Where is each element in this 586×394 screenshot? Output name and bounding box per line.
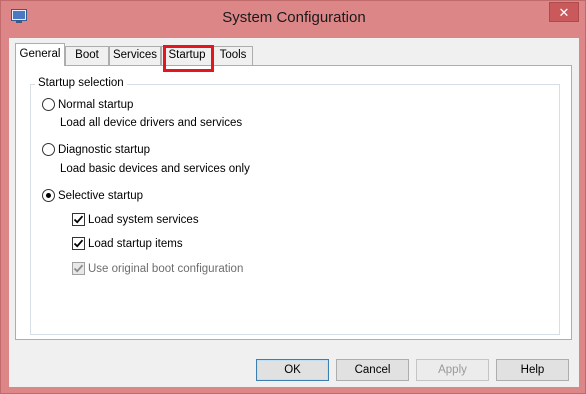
tab-services[interactable]: Services [109,46,161,65]
help-button[interactable]: Help [496,359,569,381]
use-original-boot-config-label: Use original boot configuration [88,262,244,275]
group-legend: Startup selection [35,77,127,89]
diagnostic-startup-radio[interactable]: Diagnostic startup [42,143,150,156]
diagnostic-startup-description: Load basic devices and services only [60,163,250,175]
load-system-services-label: Load system services [88,213,199,226]
normal-startup-description: Load all device drivers and services [60,117,243,129]
general-tab-panel: Startup selection Normal startup Load al… [15,65,572,340]
load-system-services-checkbox[interactable]: Load system services [72,213,199,226]
selective-startup-radio[interactable]: Selective startup [42,189,143,202]
selective-startup-label: Selective startup [58,189,144,202]
checkmark-icon[interactable] [72,237,85,250]
startup-selection-group: Startup selection Normal startup Load al… [30,77,560,335]
tab-tools[interactable]: Tools [213,46,253,65]
normal-startup-radio[interactable]: Normal startup [42,98,133,111]
radio-button-icon[interactable] [42,98,55,111]
diagnostic-startup-label: Diagnostic startup [58,143,151,156]
startup-tab-highlight [163,45,214,72]
system-configuration-window: System Configuration ✕ General Boot Serv… [0,0,586,394]
close-button[interactable]: ✕ [549,2,579,22]
checkmark-disabled-icon [72,262,85,275]
radio-button-checked-icon[interactable] [42,189,55,202]
close-icon: ✕ [558,5,570,20]
checkmark-icon[interactable] [72,213,85,226]
title-bar[interactable]: System Configuration ✕ [1,1,586,37]
tab-general[interactable]: General [15,43,65,66]
apply-button: Apply [416,359,489,381]
ok-button[interactable]: OK [256,359,329,381]
normal-startup-label: Normal startup [58,98,134,111]
load-startup-items-label: Load startup items [88,237,183,250]
load-startup-items-checkbox[interactable]: Load startup items [72,237,183,250]
dialog-client-area: General Boot Services Startup Tools Star… [9,38,579,387]
cancel-button[interactable]: Cancel [336,359,409,381]
tab-boot[interactable]: Boot [65,46,109,65]
radio-button-icon[interactable] [42,143,55,156]
window-title: System Configuration [222,9,366,26]
use-original-boot-config-checkbox: Use original boot configuration [72,262,243,275]
